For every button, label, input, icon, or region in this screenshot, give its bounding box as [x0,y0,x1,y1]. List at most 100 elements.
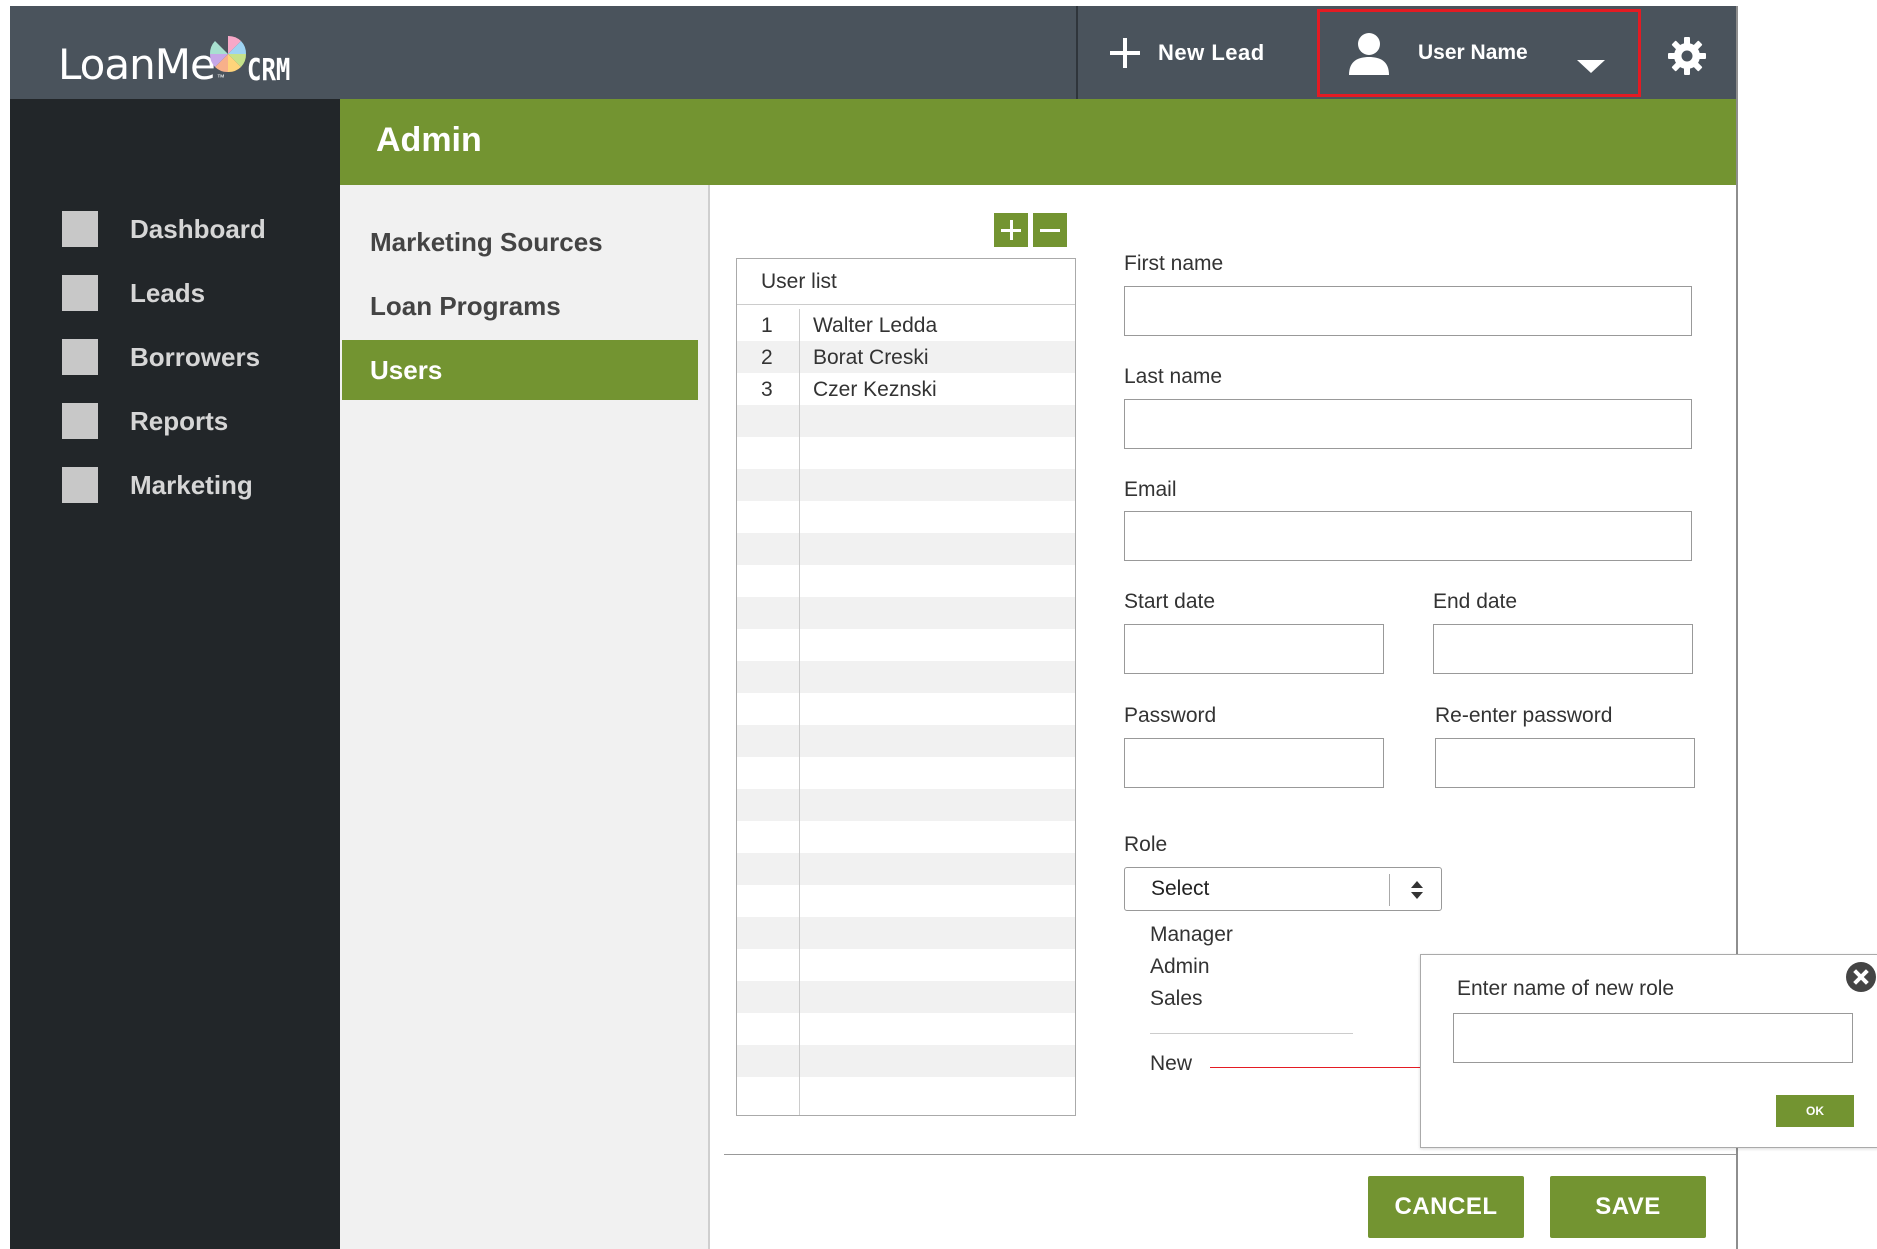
user-menu-dropdown[interactable]: User Name [1317,9,1641,97]
table-row [737,629,1075,661]
table-row [737,757,1075,789]
table-row [737,917,1075,949]
role-label: Role [1124,833,1168,856]
square-icon [62,467,98,503]
table-row [737,725,1075,757]
sidebar-item-borrowers[interactable]: Borrowers [62,337,260,377]
sidebar-item-reports[interactable]: Reports [62,401,228,441]
last-name-field[interactable] [1124,399,1692,449]
square-icon [62,403,98,439]
table-row [737,885,1075,917]
close-icon[interactable] [1846,962,1876,992]
password-label: Password [1124,704,1217,727]
new-role-popup: Enter name of new role OK [1420,954,1877,1148]
user-row-name: Walter Ledda [813,314,938,337]
user-row-number: 3 [761,378,773,401]
table-row [737,565,1075,597]
new-lead-button[interactable]: New Lead [1110,6,1265,99]
logo-trademark: ™ [216,73,225,82]
last-name-label: Last name [1124,365,1223,388]
square-icon [62,211,98,247]
submenu-item-loan-programs[interactable]: Loan Programs [342,276,698,336]
start-date-label: Start date [1124,590,1216,613]
topbar-divider [1076,6,1078,99]
new-role-name-field[interactable] [1453,1013,1853,1063]
table-row [737,949,1075,981]
table-row [737,469,1075,501]
sidebar-item-label: Borrowers [130,341,261,372]
reenter-password-field[interactable] [1435,738,1695,788]
role-option-manager[interactable]: Manager [1150,923,1233,947]
table-row [737,501,1075,533]
new-lead-label: New Lead [1158,39,1265,65]
form-footer-divider [724,1154,1736,1155]
page-header: Admin [340,99,1736,185]
table-row [737,1077,1075,1109]
sidebar-item-label: Marketing [130,469,253,500]
table-row [737,1045,1075,1077]
sidebar-item-label: Reports [130,405,229,436]
remove-user-button[interactable] [1033,213,1067,247]
updown-arrows-icon [1411,881,1423,899]
table-row [737,597,1075,629]
logo[interactable]: LoanMe ™ CRM [58,35,301,88]
ok-button[interactable]: OK [1776,1095,1854,1127]
role-select[interactable]: Select [1124,867,1442,911]
table-row [737,853,1075,885]
sidebar-item-dashboard[interactable]: Dashboard [62,209,266,249]
gear-icon[interactable] [1667,36,1707,76]
table-row [737,693,1075,725]
user-list: User list 1 Walter Ledda 2 Borat Creski 3 Cze… [736,258,1076,1116]
first-name-label: First name [1124,252,1224,275]
table-row[interactable]: 2 Borat Creski [737,341,1075,373]
chevron-down-icon [1577,60,1605,73]
plus-icon [1110,37,1140,68]
page-title: Admin [376,121,482,159]
user-list-header: User list [737,259,1075,305]
role-options-divider [1150,1033,1353,1034]
user-row-number: 1 [761,314,773,337]
new-role-popup-label: Enter name of new role [1457,977,1675,1000]
save-button[interactable]: SAVE [1550,1176,1706,1238]
table-row [737,661,1075,693]
user-avatar-icon [1349,33,1389,75]
table-row [737,1013,1075,1045]
table-row [737,533,1075,565]
user-name: User Name [1418,41,1528,64]
password-field[interactable] [1124,738,1384,788]
sidebar: Dashboard Leads Borrowers Reports Market… [10,99,340,1249]
submenu-item-users[interactable]: Users [342,340,698,400]
table-row[interactable]: 1 Walter Ledda [737,309,1075,341]
user-row-name: Borat Creski [813,346,929,369]
end-date-field[interactable] [1433,624,1693,674]
role-option-new[interactable]: New [1150,1052,1192,1076]
add-user-button[interactable] [994,213,1028,247]
logo-crm: CRM [246,53,291,88]
sidebar-item-leads[interactable]: Leads [62,273,205,313]
reenter-password-label: Re-enter password [1435,704,1613,727]
top-bar: LoanMe ™ CRM New Lead User Name [10,6,1736,99]
pinwheel-icon [209,35,247,73]
email-field[interactable] [1124,511,1692,561]
start-date-field[interactable] [1124,624,1384,674]
sidebar-item-label: Leads [130,277,206,308]
sidebar-item-marketing[interactable]: Marketing [62,465,253,505]
user-row-name: Czer Keznski [813,378,937,401]
role-select-value: Select [1151,877,1210,900]
end-date-label: End date [1433,590,1518,613]
role-option-sales[interactable]: Sales [1150,987,1203,1011]
role-select-separator [1389,874,1390,906]
cancel-button[interactable]: CANCEL [1368,1176,1524,1238]
square-icon [62,275,98,311]
first-name-field[interactable] [1124,286,1692,336]
submenu-item-marketing-sources[interactable]: Marketing Sources [342,212,698,272]
user-row-number: 2 [761,346,773,369]
table-row[interactable]: 3 Czer Keznski [737,373,1075,405]
square-icon [62,339,98,375]
email-label: Email [1124,478,1177,501]
new-role-connector-line [1210,1067,1422,1068]
role-option-admin[interactable]: Admin [1150,955,1210,979]
table-row [737,437,1075,469]
sidebar-item-label: Dashboard [130,213,266,244]
table-row [737,821,1075,853]
